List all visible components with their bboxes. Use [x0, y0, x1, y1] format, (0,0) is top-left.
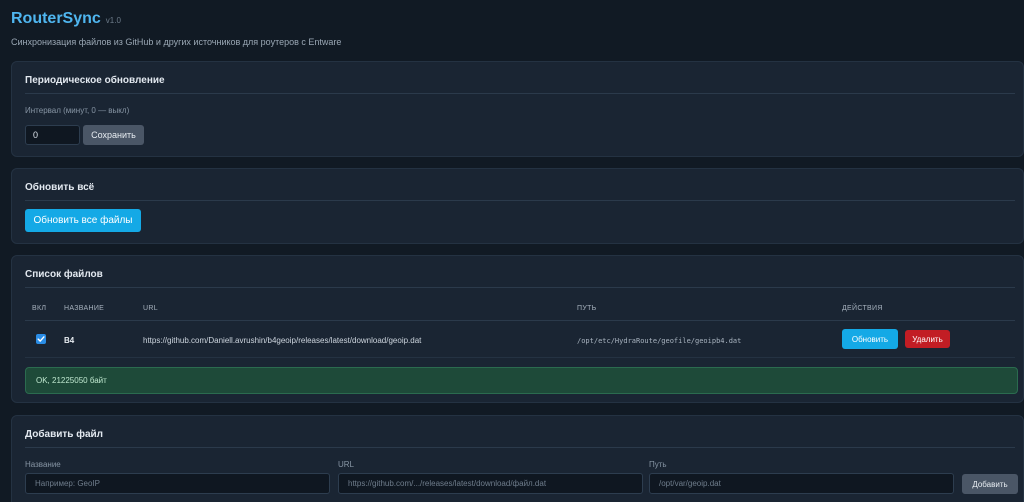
name-input[interactable]	[25, 473, 330, 494]
app-subtitle: Синхронизация файлов из GitHub и других …	[11, 37, 342, 47]
app-title: RouterSync	[11, 10, 101, 27]
enabled-checkbox[interactable]	[36, 334, 46, 344]
save-button[interactable]: Сохранить	[83, 125, 144, 145]
title-row: RouterSync v1.0	[11, 10, 1013, 28]
url-input[interactable]	[338, 473, 643, 494]
update-file-button[interactable]: Обновить	[842, 329, 898, 349]
app-header: RouterSync v1.0 Синхронизация файлов из …	[11, 0, 1013, 58]
status-message: OK, 21225050 байт	[25, 367, 1018, 394]
column-header-enabled: ВКЛ	[32, 305, 47, 312]
file-list-card: Список файлов ВКЛ НАЗВАНИЕ URL ПУТЬ ДЕЙС…	[11, 255, 1024, 403]
divider	[25, 287, 1015, 288]
name-label: Название	[25, 460, 61, 469]
add-file-title: Добавить файл	[25, 429, 104, 440]
file-list-title: Список файлов	[25, 269, 103, 280]
update-all-button[interactable]: Обновить все файлы	[25, 209, 141, 232]
interval-input[interactable]	[25, 125, 80, 145]
column-header-actions: ДЕЙСТВИЯ	[842, 305, 883, 312]
check-icon	[37, 336, 45, 342]
update-all-card: Обновить всё Обновить все файлы	[11, 168, 1024, 244]
add-file-button[interactable]: Добавить	[962, 474, 1018, 494]
interval-label: Интервал (минут, 0 — выкл)	[25, 106, 130, 115]
row-divider	[25, 357, 1015, 358]
file-path: /opt/etc/HydraRoute/geofile/geoipb4.dat	[577, 337, 742, 345]
update-all-title: Обновить всё	[25, 182, 95, 193]
path-input[interactable]	[649, 473, 954, 494]
path-label: Путь	[649, 460, 667, 469]
periodic-update-title: Периодическое обновление	[25, 75, 165, 86]
add-file-card: Добавить файл Название URL Путь Добавить	[11, 415, 1024, 502]
header-divider	[25, 320, 1015, 321]
divider	[25, 93, 1015, 94]
column-header-name: НАЗВАНИЕ	[64, 305, 105, 312]
delete-file-button[interactable]: Удалить	[905, 330, 950, 348]
periodic-update-card: Периодическое обновление Интервал (минут…	[11, 61, 1024, 157]
column-header-url: URL	[143, 305, 158, 312]
divider	[25, 447, 1015, 448]
url-label: URL	[338, 460, 355, 469]
file-url: https://github.com/Daniell.avrushin/b4ge…	[143, 336, 422, 345]
divider	[25, 200, 1015, 201]
app-version: v1.0	[105, 16, 121, 25]
page: RouterSync v1.0 Синхронизация файлов из …	[0, 0, 1024, 502]
file-name: B4	[64, 336, 75, 345]
column-header-path: ПУТЬ	[577, 305, 597, 312]
